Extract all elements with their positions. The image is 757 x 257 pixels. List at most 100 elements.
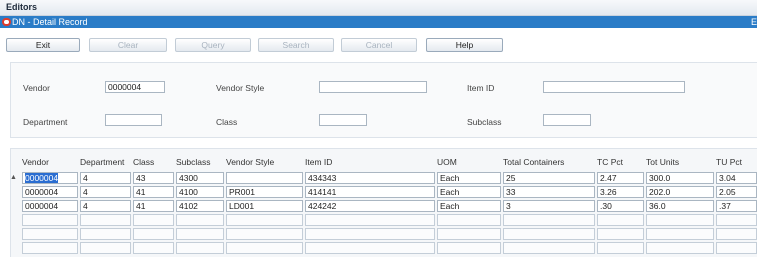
grid-cell-empty[interactable] [646, 228, 714, 240]
column-header-tu-pct: TU Pct [716, 157, 742, 167]
grid-cell-empty[interactable] [716, 214, 757, 226]
grid-cell-class[interactable]: 43 [133, 172, 174, 184]
grid-cell-empty[interactable] [437, 242, 501, 254]
title-edge-glyph: E [751, 17, 757, 27]
grid-cell-empty[interactable] [226, 242, 303, 254]
grid-cell-tc-pct[interactable]: 3.26 [597, 186, 644, 198]
grid-cell-empty[interactable] [437, 228, 501, 240]
grid-cell-vendor-style[interactable] [226, 172, 303, 184]
editors-tab-bar: Editors [0, 0, 757, 16]
column-header-total-containers: Total Containers [503, 157, 565, 167]
column-header-class: Class [133, 157, 155, 167]
department-field[interactable] [105, 114, 162, 126]
grid-cell-tot-units[interactable]: 202.0 [646, 186, 714, 198]
subclass-label: Subclass [467, 117, 502, 127]
grid-cell-empty[interactable] [305, 228, 435, 240]
grid-cell-empty[interactable] [305, 242, 435, 254]
grid-cell-total-containers[interactable]: 25 [503, 172, 595, 184]
grid-cell-empty[interactable] [176, 228, 224, 240]
grid-cell-department[interactable]: 4 [80, 172, 131, 184]
grid-cell-empty[interactable] [133, 214, 174, 226]
grid-cell-empty[interactable] [503, 242, 595, 254]
grid-cell-subclass[interactable]: 4100 [176, 186, 224, 198]
grid-cell-empty[interactable] [80, 242, 131, 254]
grid-cell-empty[interactable] [176, 242, 224, 254]
grid-cell-total-containers[interactable]: 3 [503, 200, 595, 212]
grid-cell-tot-units[interactable]: 300.0 [646, 172, 714, 184]
column-header-tot-units: Tot Units [646, 157, 680, 167]
column-header-uom: UOM [437, 157, 457, 167]
search-criteria-panel [10, 62, 757, 138]
grid-cell-empty[interactable] [226, 228, 303, 240]
department-label: Department [23, 117, 68, 127]
grid-cell-class[interactable]: 41 [133, 200, 174, 212]
grid-cell-empty[interactable] [503, 214, 595, 226]
vendor-style-label: Vendor Style [216, 83, 265, 93]
current-row-indicator-icon: ▲ [10, 174, 17, 181]
vendor-field[interactable]: 0000004 [105, 81, 165, 93]
grid-cell-item-id[interactable]: 434343 [305, 172, 435, 184]
grid-cell-empty[interactable] [133, 228, 174, 240]
subclass-field[interactable] [543, 114, 591, 126]
item-id-field[interactable] [543, 81, 685, 93]
grid-cell-empty[interactable] [437, 214, 501, 226]
class-field[interactable] [319, 114, 367, 126]
grid-cell-empty[interactable] [22, 214, 78, 226]
column-header-vendor: Vendor [22, 157, 49, 167]
column-header-department: Department [80, 157, 125, 167]
search-button[interactable]: Search [258, 38, 334, 52]
grid-cell-vendor[interactable]: 0000004 [22, 172, 78, 184]
grid-cell-empty[interactable] [133, 242, 174, 254]
grid-cell-vendor[interactable]: 0000004 [22, 186, 78, 198]
grid-cell-item-id[interactable]: 414141 [305, 186, 435, 198]
grid-cell-tot-units[interactable]: 36.0 [646, 200, 714, 212]
tab-editors[interactable]: Editors [6, 2, 37, 12]
cancel-button[interactable]: Cancel [341, 38, 417, 52]
query-button[interactable]: Query [175, 38, 251, 52]
grid-cell-empty[interactable] [22, 228, 78, 240]
grid-cell-empty[interactable] [716, 242, 757, 254]
grid-cell-vendor-style[interactable]: LD001 [226, 200, 303, 212]
grid-cell-uom[interactable]: Each [437, 172, 501, 184]
grid-cell-department[interactable]: 4 [80, 186, 131, 198]
grid-cell-empty[interactable] [716, 228, 757, 240]
window-title-bar: DN - Detail Record E [0, 16, 757, 28]
grid-cell-tc-pct[interactable]: .30 [597, 200, 644, 212]
grid-cell-class[interactable]: 41 [133, 186, 174, 198]
grid-cell-tu-pct[interactable]: 2.05 [716, 186, 757, 198]
grid-cell-empty[interactable] [305, 214, 435, 226]
grid-cell-empty[interactable] [597, 242, 644, 254]
exit-button[interactable]: Exit [6, 38, 80, 52]
grid-cell-subclass[interactable]: 4102 [176, 200, 224, 212]
grid-cell-vendor-style[interactable]: PR001 [226, 186, 303, 198]
grid-cell-empty[interactable] [503, 228, 595, 240]
class-label: Class [216, 117, 238, 127]
grid-cell-uom[interactable]: Each [437, 200, 501, 212]
grid-cell-empty[interactable] [646, 242, 714, 254]
grid-cell-tu-pct[interactable]: .37 [716, 200, 757, 212]
grid-cell-department[interactable]: 4 [80, 200, 131, 212]
help-button[interactable]: Help [426, 38, 503, 52]
grid-cell-tu-pct[interactable]: 3.04 [716, 172, 757, 184]
clear-button[interactable]: Clear [89, 38, 167, 52]
grid-cell-empty[interactable] [646, 214, 714, 226]
grid-cell-vendor[interactable]: 0000004 [22, 200, 78, 212]
grid-cell-empty[interactable] [597, 228, 644, 240]
grid-cell-empty[interactable] [597, 214, 644, 226]
column-header-subclass: Subclass [176, 157, 211, 167]
column-header-item-id: Item ID [305, 157, 333, 167]
grid-cell-empty[interactable] [226, 214, 303, 226]
grid-cell-empty[interactable] [80, 228, 131, 240]
grid-cell-tc-pct[interactable]: 2.47 [597, 172, 644, 184]
grid-cell-empty[interactable] [22, 242, 78, 254]
vendor-label: Vendor [23, 83, 50, 93]
item-id-label: Item ID [467, 83, 495, 93]
grid-cell-uom[interactable]: Each [437, 186, 501, 198]
vendor-style-field[interactable] [319, 81, 427, 93]
grid-cell-item-id[interactable]: 424242 [305, 200, 435, 212]
grid-cell-empty[interactable] [176, 214, 224, 226]
grid-cell-empty[interactable] [80, 214, 131, 226]
close-icon[interactable] [2, 18, 11, 26]
grid-cell-total-containers[interactable]: 33 [503, 186, 595, 198]
grid-cell-subclass[interactable]: 4300 [176, 172, 224, 184]
